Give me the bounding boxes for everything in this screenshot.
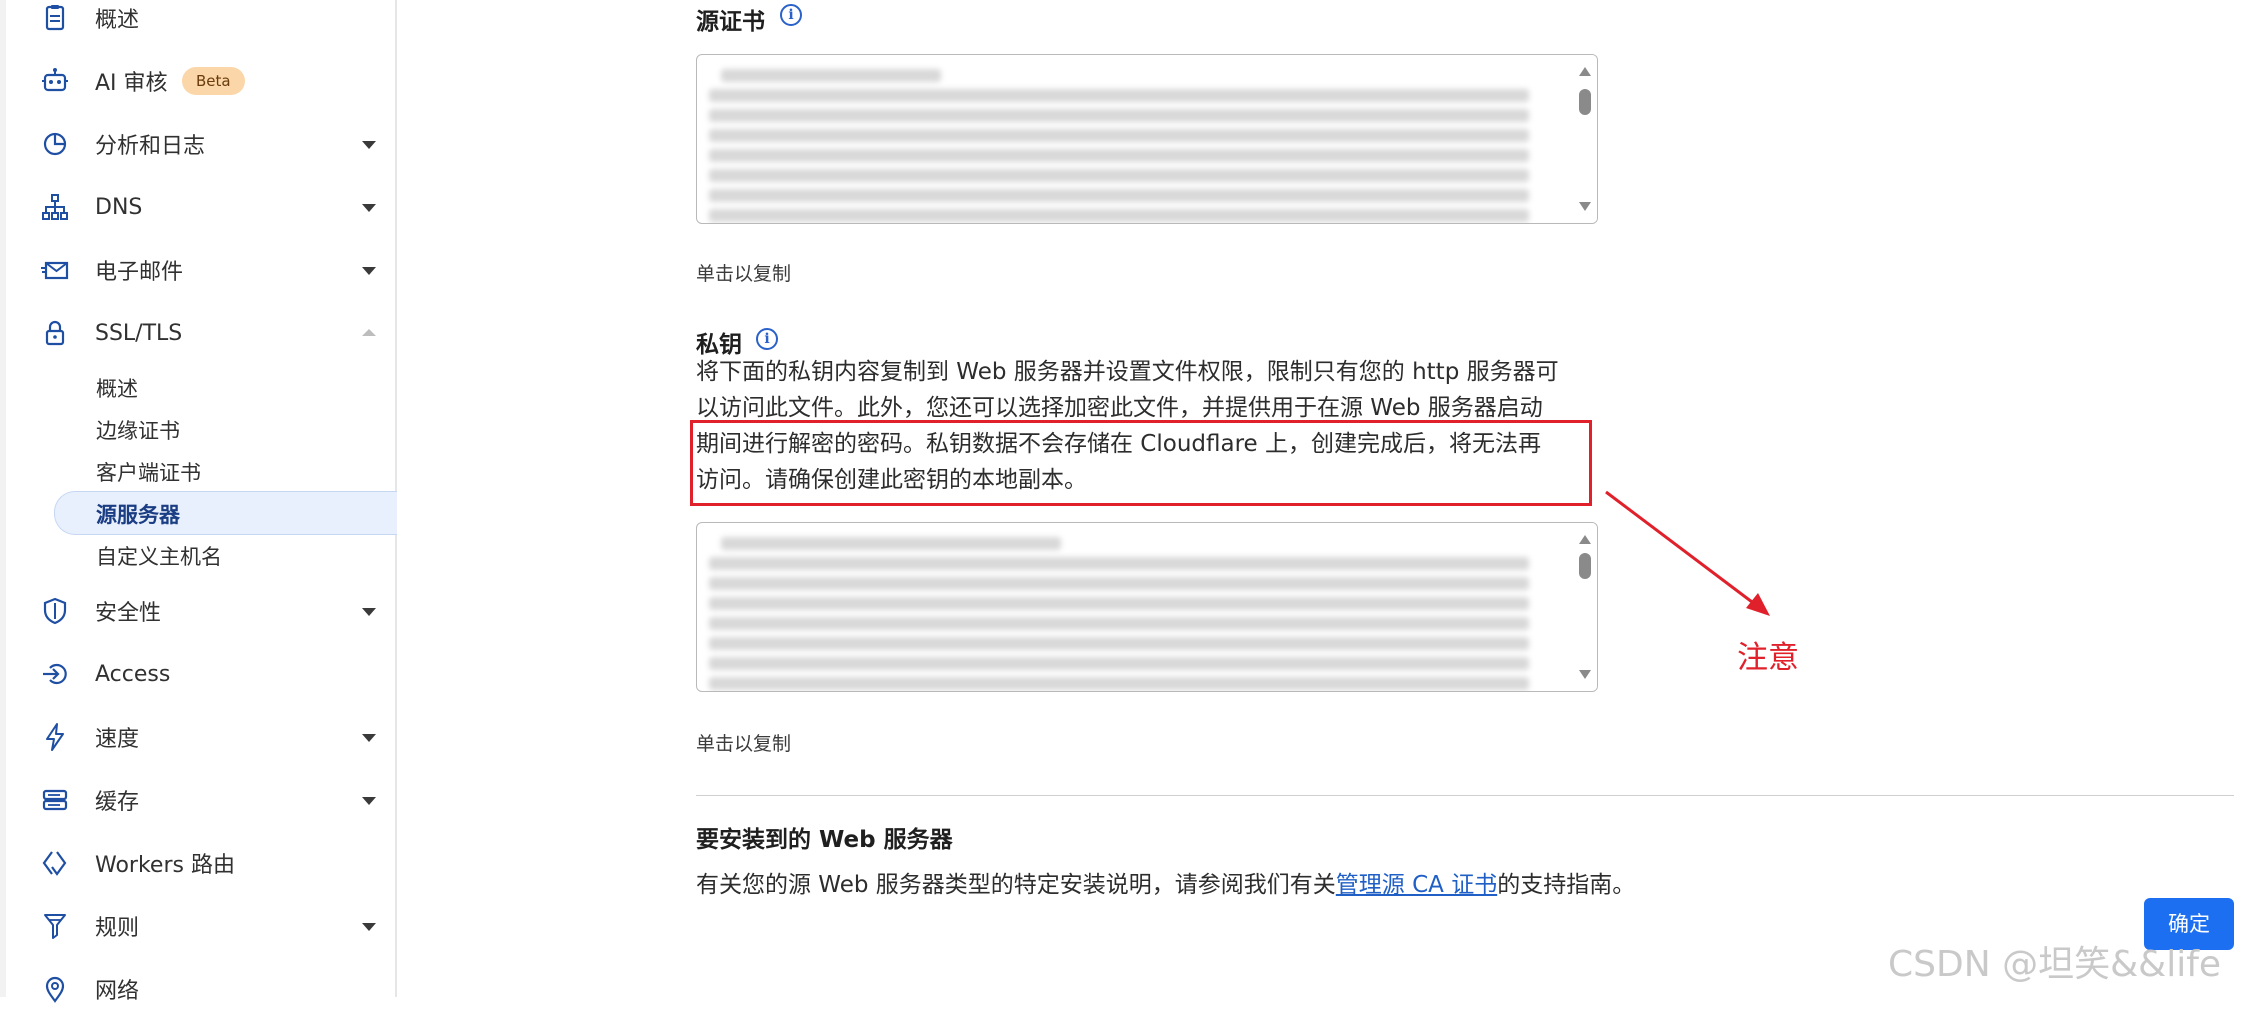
sidebar-item-label: Access — [95, 661, 171, 687]
sidebar-item-label: 缓存 — [95, 790, 140, 815]
divider — [696, 795, 2234, 796]
annotation-arrow-icon — [1605, 490, 1770, 616]
highlight-box — [690, 420, 1592, 506]
shield-icon — [40, 596, 70, 626]
sidebar-item-label: 网络 — [95, 979, 140, 1004]
private-key-textarea[interactable] — [696, 522, 1598, 692]
sidebar-item-ssl-tls[interactable]: SSL/TLS — [6, 307, 393, 359]
chevron-down-icon — [362, 734, 376, 742]
sidebar-item-label: AI 审核 — [95, 71, 168, 96]
robot-icon — [40, 66, 70, 96]
access-icon — [40, 659, 70, 689]
sidebar: 概述 AI 审核 Beta 分析和日志 DNS 电子邮件 SSL/TLS 概述 … — [0, 0, 397, 1004]
sidebar-item-analytics[interactable]: 分析和日志 — [6, 118, 393, 170]
funnel-icon — [40, 911, 70, 941]
annotation-label: 注意 — [1737, 640, 1799, 676]
watermark: CSDN @坦笑&&life — [1888, 944, 2222, 985]
sidebar-item-label: 安全性 — [95, 601, 162, 626]
sidebar-subitem-edge-certificates[interactable]: 边缘证书 — [96, 415, 180, 445]
install-text-after: 的支持指南。 — [1497, 872, 1636, 898]
sitemap-icon — [40, 192, 70, 222]
private-key-copy-hint[interactable]: 单击以复制 — [696, 729, 791, 756]
scroll-down-arrow-icon[interactable] — [1579, 202, 1591, 211]
email-icon — [40, 255, 70, 285]
scrollbar-thumb[interactable] — [1579, 89, 1591, 115]
sidebar-item-label: 速度 — [95, 727, 140, 752]
sidebar-item-network[interactable]: 网络 — [6, 963, 393, 1015]
sidebar-item-overview[interactable]: 概述 — [6, 0, 393, 44]
sidebar-item-label: 规则 — [95, 916, 140, 941]
document-icon — [40, 3, 70, 33]
pie-chart-icon — [40, 129, 70, 159]
storage-icon — [40, 785, 70, 815]
location-pin-icon — [40, 974, 70, 1004]
sidebar-item-email[interactable]: 电子邮件 — [6, 244, 393, 296]
chevron-down-icon — [362, 923, 376, 931]
sidebar-item-security[interactable]: 安全性 — [6, 585, 393, 637]
chevron-down-icon — [362, 141, 376, 149]
install-instructions: 有关您的源 Web 服务器类型的特定安装说明，请参阅我们有关管理源 CA 证书的… — [696, 865, 1635, 899]
lightning-icon — [40, 722, 70, 752]
sidebar-item-label: 概述 — [95, 8, 140, 33]
sidebar-item-rules[interactable]: 规则 — [6, 900, 393, 952]
scrollbar-thumb[interactable] — [1579, 553, 1591, 579]
chevron-down-icon — [362, 797, 376, 805]
sidebar-subitem-client-certificates[interactable]: 客户端证书 — [96, 457, 201, 487]
chevron-down-icon — [362, 267, 376, 275]
origin-certificate-copy-hint[interactable]: 单击以复制 — [696, 259, 791, 286]
chevron-down-icon — [362, 204, 376, 212]
sidebar-subitem-custom-hostnames[interactable]: 自定义主机名 — [96, 541, 222, 571]
scroll-up-arrow-icon[interactable] — [1579, 535, 1591, 544]
scroll-down-arrow-icon[interactable] — [1579, 670, 1591, 679]
chevron-up-icon — [362, 329, 376, 336]
sidebar-subitem-overview[interactable]: 概述 — [96, 373, 138, 403]
manage-origin-ca-link[interactable]: 管理源 CA 证书 — [1336, 872, 1497, 898]
scroll-up-arrow-icon[interactable] — [1579, 67, 1591, 76]
sidebar-item-label: SSL/TLS — [95, 320, 183, 346]
sidebar-item-label: 分析和日志 — [95, 134, 206, 159]
info-icon[interactable]: i — [780, 4, 802, 26]
sidebar-item-speed[interactable]: 速度 — [6, 711, 393, 763]
install-section-title: 要安装到的 Web 服务器 — [696, 827, 953, 853]
scrollbar[interactable] — [1575, 523, 1597, 691]
lock-icon — [40, 318, 70, 348]
sidebar-item-workers-routes[interactable]: Workers 路由 — [6, 837, 393, 889]
origin-certificate-title: 源证书 — [696, 9, 765, 35]
description-line: 将下面的私钥内容复制到 Web 服务器并设置文件权限，限制只有您的 http 服… — [696, 359, 1559, 385]
sidebar-item-access[interactable]: Access — [6, 648, 393, 700]
workers-icon — [40, 848, 70, 878]
sidebar-subitem-origin-server[interactable]: 源服务器 — [96, 499, 180, 529]
sidebar-item-ai-review[interactable]: AI 审核 Beta — [6, 55, 393, 107]
chevron-down-icon — [362, 608, 376, 616]
sidebar-item-label: Workers 路由 — [95, 853, 235, 878]
sidebar-item-label: 电子邮件 — [95, 260, 184, 285]
origin-certificate-textarea[interactable] — [696, 54, 1598, 224]
sidebar-item-dns[interactable]: DNS — [6, 181, 393, 233]
sidebar-item-label: DNS — [95, 194, 143, 220]
install-text-before: 有关您的源 Web 服务器类型的特定安装说明，请参阅我们有关 — [696, 872, 1336, 898]
sidebar-item-caching[interactable]: 缓存 — [6, 774, 393, 826]
info-icon[interactable]: i — [756, 328, 778, 350]
beta-badge: Beta — [182, 67, 245, 95]
scrollbar[interactable] — [1575, 55, 1597, 223]
